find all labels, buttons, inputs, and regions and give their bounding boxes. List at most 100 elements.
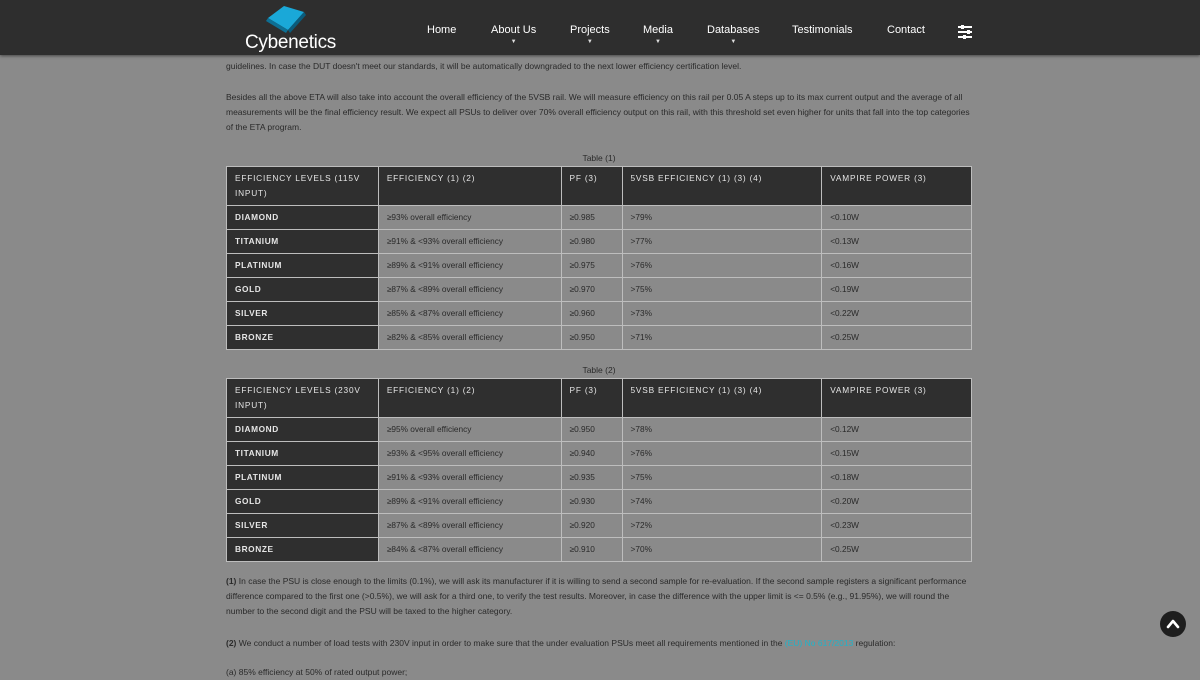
table-cell: >76% — [621, 441, 823, 466]
table-cell: >74% — [621, 489, 823, 514]
nav-label: Databases — [707, 24, 760, 36]
table-cell: ≥93% & <95% overall efficiency — [377, 441, 562, 466]
column-header: 5VSB EFFICIENCY (1) (3) (4) — [621, 378, 823, 418]
nav-home[interactable]: Home — [427, 24, 456, 36]
settings-sliders-icon[interactable] — [958, 25, 974, 39]
footnote-text: In case the PSU is close enough to the l… — [226, 576, 967, 616]
nav-media[interactable]: Media ▼ — [643, 24, 673, 45]
table-cell: >73% — [621, 301, 823, 326]
table-cell: ≥85% & <87% overall efficiency — [377, 301, 562, 326]
chevron-up-icon — [1166, 619, 1180, 629]
table-cell: ≥0.960 — [560, 301, 623, 326]
column-header: EFFICIENCY LEVELS (230V INPUT) — [226, 378, 379, 418]
nav-projects[interactable]: Projects ▼ — [570, 24, 610, 45]
column-header: PF (3) — [560, 378, 623, 418]
table-cell: <0.20W — [821, 489, 972, 514]
chevron-down-icon: ▼ — [655, 39, 661, 45]
nav-label: Media — [643, 24, 673, 36]
table-row: PLATINUM ≥91% & <93% overall efficiency ≥0… — [226, 465, 972, 490]
efficiency-table-115v: EFFICIENCY LEVELS (115V INPUT) EFFICIENC… — [226, 166, 972, 350]
site-header: Cybenetics Home About Us ▼ Projects ▼ Medi… — [0, 0, 1200, 55]
table-cell: >75% — [621, 465, 823, 490]
column-header: EFFICIENCY (1) (2) — [377, 166, 562, 206]
table-cell: ≥82% & <85% overall efficiency — [377, 325, 562, 350]
table-cell: ≥0.980 — [560, 229, 623, 254]
table-row: TITANIUM ≥91% & <93% overall efficiency ≥0… — [226, 229, 972, 254]
table-cell: ≥89% & <91% overall efficiency — [377, 253, 562, 278]
nav-label: Home — [427, 24, 457, 36]
column-header: PF (3) — [560, 166, 623, 206]
nav-label: About Us — [491, 24, 537, 36]
table-cell: ≥0.940 — [560, 441, 623, 466]
level-cell: BRONZE — [226, 325, 379, 350]
nav-about-us[interactable]: About Us ▼ — [491, 24, 537, 45]
footnote-2: (2) We conduct a number of load tests wi… — [226, 636, 972, 651]
table2-caption: Table (2) — [582, 365, 616, 375]
table-cell: ≥87% & <89% overall efficiency — [377, 277, 562, 302]
level-cell: PLATINUM — [226, 465, 379, 490]
table-cell: ≥0.950 — [560, 417, 623, 442]
table-cell: >79% — [621, 205, 823, 230]
table-row: TITANIUM ≥93% & <95% overall efficiency ≥0… — [226, 441, 972, 466]
table-cell: ≥0.910 — [560, 537, 623, 562]
table-cell: <0.10W — [821, 205, 972, 230]
table-cell: <0.16W — [821, 253, 972, 278]
chevron-down-icon: ▼ — [730, 39, 737, 45]
table-row: GOLD ≥87% & <89% overall efficiency ≥0.970… — [226, 277, 972, 302]
footnote-1: (1) In case the PSU is close enough to t… — [226, 574, 972, 619]
table-cell: >77% — [621, 229, 823, 254]
nav-contact[interactable]: Contact — [887, 24, 925, 36]
table-header-row: EFFICIENCY LEVELS (115V INPUT) EFFICIENC… — [226, 166, 972, 206]
paragraph-guidelines: guidelines. In case the DUT doesn't meet… — [226, 61, 742, 71]
table-cell: ≥0.930 — [560, 489, 623, 514]
table-cell: >72% — [621, 513, 823, 538]
level-cell: DIAMOND — [226, 205, 379, 230]
level-cell: PLATINUM — [226, 253, 379, 278]
table-cell: ≥0.920 — [560, 513, 623, 538]
footnote-number: (1) — [226, 576, 237, 586]
scroll-to-top-button[interactable] — [1160, 611, 1186, 637]
efficiency-table-230v: EFFICIENCY LEVELS (230V INPUT) EFFICIENC… — [226, 378, 972, 562]
table-cell: <0.25W — [821, 537, 972, 562]
table-cell: <0.19W — [821, 277, 972, 302]
table-cell: ≥95% overall efficiency — [377, 417, 562, 442]
table-row: BRONZE ≥84% & <87% overall efficiency ≥0.9… — [226, 537, 972, 562]
table-cell: ≥93% overall efficiency — [377, 205, 562, 230]
footnote-number: (2) — [226, 638, 237, 648]
logo[interactable]: Cybenetics — [242, 4, 336, 53]
nav-testimonials[interactable]: Testimonials — [792, 24, 853, 36]
footnote-2-item-a: (a) 85% efficiency at 50% of rated outpu… — [226, 667, 408, 677]
table-cell: ≥91% & <93% overall efficiency — [377, 465, 562, 490]
regulation-link[interactable]: (EU) No 617/2013 — [785, 638, 854, 648]
nav-label: Testimonials — [792, 24, 853, 36]
table-row: DIAMOND ≥93% overall efficiency ≥0.985 >79%… — [226, 205, 972, 230]
column-header: 5VSB EFFICIENCY (1) (3) (4) — [621, 166, 823, 206]
footnote-text: regulation: — [853, 638, 896, 648]
level-cell: TITANIUM — [226, 441, 379, 466]
chevron-down-icon: ▼ — [510, 39, 517, 45]
table-cell: <0.23W — [821, 513, 972, 538]
level-cell: SILVER — [226, 301, 379, 326]
table-cell: ≥84% & <87% overall efficiency — [377, 537, 562, 562]
table-cell: ≥89% & <91% overall efficiency — [377, 489, 562, 514]
table-row: SILVER ≥87% & <89% overall efficiency ≥0.9… — [226, 513, 972, 538]
paragraph-5vsb: Besides all the above ETA will also take… — [226, 92, 970, 132]
table-row: PLATINUM ≥89% & <91% overall efficiency ≥0… — [226, 253, 972, 278]
table-cell: >71% — [621, 325, 823, 350]
nav-label: Contact — [887, 24, 925, 36]
level-cell: TITANIUM — [226, 229, 379, 254]
table-cell: <0.13W — [821, 229, 972, 254]
table-row: SILVER ≥85% & <87% overall efficiency ≥0.9… — [226, 301, 972, 326]
chevron-down-icon: ▼ — [586, 39, 593, 45]
table-cell: >75% — [621, 277, 823, 302]
column-header: VAMPIRE POWER (3) — [821, 166, 972, 206]
table-cell: ≥91% & <93% overall efficiency — [377, 229, 562, 254]
logo-icon — [266, 6, 306, 33]
table-cell: <0.12W — [821, 417, 972, 442]
table-cell: >78% — [621, 417, 823, 442]
table-cell: ≥0.985 — [560, 205, 623, 230]
nav-databases[interactable]: Databases ▼ — [707, 24, 760, 45]
table-header-row: EFFICIENCY LEVELS (230V INPUT) EFFICIENC… — [226, 378, 972, 418]
table-row: GOLD ≥89% & <91% overall efficiency ≥0.930… — [226, 489, 972, 514]
table-cell: >70% — [621, 537, 823, 562]
